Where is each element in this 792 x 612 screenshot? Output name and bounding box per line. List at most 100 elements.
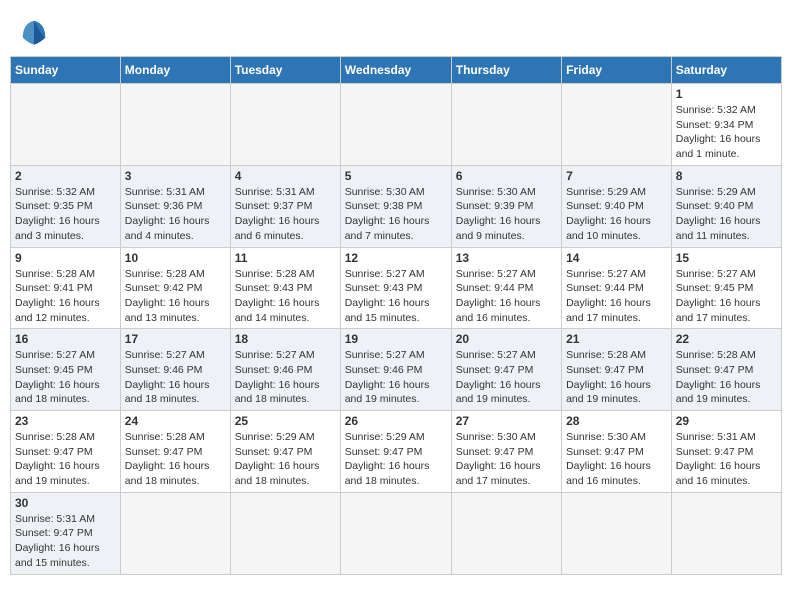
empty-cell bbox=[562, 492, 672, 574]
empty-cell bbox=[671, 492, 781, 574]
day-cell-2: 2Sunrise: 5:32 AM Sunset: 9:35 PM Daylig… bbox=[11, 165, 121, 247]
day-number: 23 bbox=[15, 414, 116, 428]
weekday-header-wednesday: Wednesday bbox=[340, 57, 451, 84]
day-number: 28 bbox=[566, 414, 667, 428]
day-cell-25: 25 Sunrise: 5:29 AM Sunset: 9:47 PM Dayli… bbox=[230, 411, 340, 493]
day-number: 15 bbox=[676, 251, 777, 265]
day-number: 16 bbox=[15, 332, 116, 346]
day-info: Sunrise: 5:27 AM Sunset: 9:44 PM Dayligh… bbox=[566, 267, 667, 326]
day-cell-29: 29 Sunrise: 5:31 AM Sunset: 9:47 PM Dayli… bbox=[671, 411, 781, 493]
day-number: 25 bbox=[235, 414, 336, 428]
day-info: Sunrise: 5:29 AM Sunset: 9:40 PM Dayligh… bbox=[676, 185, 777, 244]
day-cell-17: 17Sunrise: 5:27 AM Sunset: 9:46 PM Dayli… bbox=[120, 329, 230, 411]
weekday-header-tuesday: Tuesday bbox=[230, 57, 340, 84]
day-info: Sunrise: 5:30 AM Sunset: 9:47 PM Dayligh… bbox=[566, 430, 667, 489]
day-cell-16: 16 Sunrise: 5:27 AM Sunset: 9:45 PM Dayli… bbox=[11, 329, 121, 411]
weekday-header-thursday: Thursday bbox=[451, 57, 561, 84]
day-number: 24 bbox=[125, 414, 226, 428]
day-info: Sunrise: 5:30 AM Sunset: 9:38 PM Dayligh… bbox=[345, 185, 447, 244]
day-number: 29 bbox=[676, 414, 777, 428]
day-info: Sunrise: 5:28 AM Sunset: 9:47 PM Dayligh… bbox=[566, 348, 667, 407]
weekday-header-sunday: Sunday bbox=[11, 57, 121, 84]
day-number: 20 bbox=[456, 332, 557, 346]
day-number: 17 bbox=[125, 332, 226, 346]
day-info: Sunrise: 5:31 AM Sunset: 9:47 PM Dayligh… bbox=[676, 430, 777, 489]
day-cell-26: 26 Sunrise: 5:29 AM Sunset: 9:47 PM Dayli… bbox=[340, 411, 451, 493]
week-row-4: 16 Sunrise: 5:27 AM Sunset: 9:45 PM Dayli… bbox=[11, 329, 782, 411]
day-cell-4: 4Sunrise: 5:31 AM Sunset: 9:37 PM Daylig… bbox=[230, 165, 340, 247]
empty-cell bbox=[340, 492, 451, 574]
weekday-header-saturday: Saturday bbox=[671, 57, 781, 84]
day-cell-22: 22Sunrise: 5:28 AM Sunset: 9:47 PM Dayli… bbox=[671, 329, 781, 411]
day-number: 3 bbox=[125, 169, 226, 183]
day-cell-10: 10 Sunrise: 5:28 AM Sunset: 9:42 PM Dayli… bbox=[120, 247, 230, 329]
day-cell-23: 23 Sunrise: 5:28 AM Sunset: 9:47 PM Dayli… bbox=[11, 411, 121, 493]
day-number: 19 bbox=[345, 332, 447, 346]
day-number: 12 bbox=[345, 251, 447, 265]
day-info: Sunrise: 5:28 AM Sunset: 9:47 PM Dayligh… bbox=[125, 430, 226, 489]
day-cell-7: 7Sunrise: 5:29 AM Sunset: 9:40 PM Daylig… bbox=[562, 165, 672, 247]
day-info: Sunrise: 5:28 AM Sunset: 9:47 PM Dayligh… bbox=[15, 430, 116, 489]
week-row-3: 9 Sunrise: 5:28 AM Sunset: 9:41 PM Daylig… bbox=[11, 247, 782, 329]
day-cell-13: 13 Sunrise: 5:27 AM Sunset: 9:44 PM Dayli… bbox=[451, 247, 561, 329]
day-number: 5 bbox=[345, 169, 447, 183]
empty-cell bbox=[451, 492, 561, 574]
day-info: Sunrise: 5:30 AM Sunset: 9:47 PM Dayligh… bbox=[456, 430, 557, 489]
day-number: 26 bbox=[345, 414, 447, 428]
weekday-header-friday: Friday bbox=[562, 57, 672, 84]
day-cell-20: 20 Sunrise: 5:27 AM Sunset: 9:47 PM Dayli… bbox=[451, 329, 561, 411]
day-number: 1 bbox=[676, 87, 777, 101]
day-info: Sunrise: 5:27 AM Sunset: 9:47 PM Dayligh… bbox=[456, 348, 557, 407]
day-number: 11 bbox=[235, 251, 336, 265]
day-cell-3: 3Sunrise: 5:31 AM Sunset: 9:36 PM Daylig… bbox=[120, 165, 230, 247]
empty-cell bbox=[230, 84, 340, 166]
day-cell-24: 24 Sunrise: 5:28 AM Sunset: 9:47 PM Dayli… bbox=[120, 411, 230, 493]
day-info: Sunrise: 5:29 AM Sunset: 9:47 PM Dayligh… bbox=[345, 430, 447, 489]
week-row-1: 1 Sunrise: 5:32 AM Sunset: 9:34 PM Daylig… bbox=[11, 84, 782, 166]
day-cell-18: 18Sunrise: 5:27 AM Sunset: 9:46 PM Dayli… bbox=[230, 329, 340, 411]
day-number: 2 bbox=[15, 169, 116, 183]
day-number: 9 bbox=[15, 251, 116, 265]
day-cell-28: 28 Sunrise: 5:30 AM Sunset: 9:47 PM Dayli… bbox=[562, 411, 672, 493]
day-info: Sunrise: 5:27 AM Sunset: 9:46 PM Dayligh… bbox=[235, 348, 336, 407]
day-number: 8 bbox=[676, 169, 777, 183]
day-cell-9: 9 Sunrise: 5:28 AM Sunset: 9:41 PM Daylig… bbox=[11, 247, 121, 329]
day-number: 13 bbox=[456, 251, 557, 265]
empty-cell bbox=[340, 84, 451, 166]
day-info: Sunrise: 5:30 AM Sunset: 9:39 PM Dayligh… bbox=[456, 185, 557, 244]
day-info: Sunrise: 5:31 AM Sunset: 9:47 PM Dayligh… bbox=[15, 512, 116, 571]
day-cell-15: 15 Sunrise: 5:27 AM Sunset: 9:45 PM Dayli… bbox=[671, 247, 781, 329]
day-info: Sunrise: 5:28 AM Sunset: 9:41 PM Dayligh… bbox=[15, 267, 116, 326]
day-info: Sunrise: 5:29 AM Sunset: 9:47 PM Dayligh… bbox=[235, 430, 336, 489]
week-row-6: 30 Sunrise: 5:31 AM Sunset: 9:47 PM Dayli… bbox=[11, 492, 782, 574]
day-number: 30 bbox=[15, 496, 116, 510]
day-info: Sunrise: 5:32 AM Sunset: 9:34 PM Dayligh… bbox=[676, 103, 777, 162]
day-cell-19: 19 Sunrise: 5:27 AM Sunset: 9:46 PM Dayli… bbox=[340, 329, 451, 411]
empty-cell bbox=[120, 492, 230, 574]
day-info: Sunrise: 5:31 AM Sunset: 9:37 PM Dayligh… bbox=[235, 185, 336, 244]
day-number: 10 bbox=[125, 251, 226, 265]
day-cell-1: 1 Sunrise: 5:32 AM Sunset: 9:34 PM Daylig… bbox=[671, 84, 781, 166]
day-cell-6: 6 Sunrise: 5:30 AM Sunset: 9:39 PM Daylig… bbox=[451, 165, 561, 247]
day-info: Sunrise: 5:27 AM Sunset: 9:44 PM Dayligh… bbox=[456, 267, 557, 326]
day-number: 6 bbox=[456, 169, 557, 183]
logo-icon bbox=[20, 18, 48, 46]
calendar-table: SundayMondayTuesdayWednesdayThursdayFrid… bbox=[10, 56, 782, 575]
day-number: 27 bbox=[456, 414, 557, 428]
day-cell-30: 30 Sunrise: 5:31 AM Sunset: 9:47 PM Dayli… bbox=[11, 492, 121, 574]
day-info: Sunrise: 5:28 AM Sunset: 9:42 PM Dayligh… bbox=[125, 267, 226, 326]
day-info: Sunrise: 5:29 AM Sunset: 9:40 PM Dayligh… bbox=[566, 185, 667, 244]
day-cell-11: 11 Sunrise: 5:28 AM Sunset: 9:43 PM Dayli… bbox=[230, 247, 340, 329]
day-number: 21 bbox=[566, 332, 667, 346]
day-info: Sunrise: 5:27 AM Sunset: 9:43 PM Dayligh… bbox=[345, 267, 447, 326]
weekday-header-row: SundayMondayTuesdayWednesdayThursdayFrid… bbox=[11, 57, 782, 84]
day-number: 14 bbox=[566, 251, 667, 265]
day-info: Sunrise: 5:27 AM Sunset: 9:45 PM Dayligh… bbox=[676, 267, 777, 326]
day-info: Sunrise: 5:28 AM Sunset: 9:43 PM Dayligh… bbox=[235, 267, 336, 326]
day-cell-21: 21 Sunrise: 5:28 AM Sunset: 9:47 PM Dayli… bbox=[562, 329, 672, 411]
day-info: Sunrise: 5:27 AM Sunset: 9:46 PM Dayligh… bbox=[345, 348, 447, 407]
day-cell-12: 12 Sunrise: 5:27 AM Sunset: 9:43 PM Dayli… bbox=[340, 247, 451, 329]
day-info: Sunrise: 5:27 AM Sunset: 9:45 PM Dayligh… bbox=[15, 348, 116, 407]
empty-cell bbox=[11, 84, 121, 166]
header bbox=[10, 10, 782, 50]
